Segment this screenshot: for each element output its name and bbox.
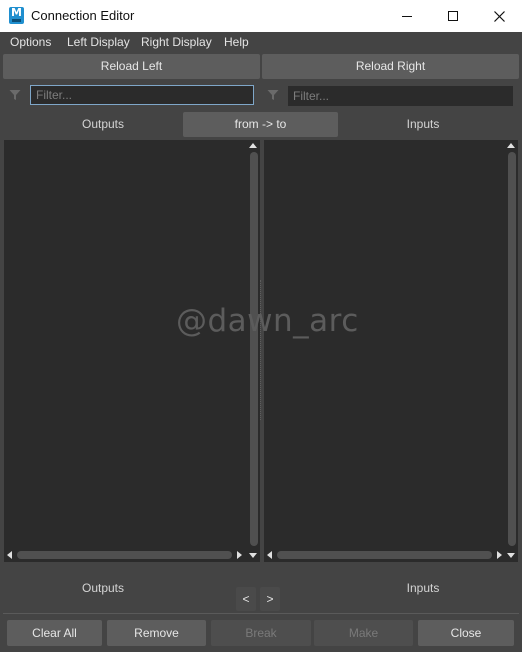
scroll-down-icon[interactable] <box>507 553 515 558</box>
scroll-up-icon[interactable] <box>507 143 515 148</box>
break-button[interactable]: Break <box>211 620 311 646</box>
funnel-icon <box>267 90 279 100</box>
reload-left-button[interactable]: Reload Left <box>3 54 260 79</box>
window-title: Connection Editor <box>31 8 135 23</box>
outputs-footer: Outputs <box>81 581 125 595</box>
make-button[interactable]: Make <box>314 620 413 646</box>
menu-options[interactable]: Options <box>10 35 51 49</box>
maximize-icon <box>448 11 458 21</box>
inputs-header: Inputs <box>406 117 440 131</box>
scroll-left-icon[interactable] <box>7 551 12 559</box>
divider <box>3 613 519 614</box>
minimize-button[interactable] <box>384 0 430 32</box>
inputs-horizontal-scrollbar[interactable] <box>277 551 492 559</box>
left-filter-input[interactable] <box>30 85 254 105</box>
scroll-right-icon[interactable] <box>497 551 502 559</box>
previous-button[interactable]: < <box>236 587 256 611</box>
inputs-list[interactable] <box>264 140 518 562</box>
scroll-right-icon[interactable] <box>237 551 242 559</box>
inputs-footer: Inputs <box>406 581 440 595</box>
watermark: @dawn_arc <box>176 303 359 339</box>
scroll-down-icon[interactable] <box>249 553 257 558</box>
maya-app-icon[interactable]: M <box>9 7 24 24</box>
scroll-up-icon[interactable] <box>249 143 257 148</box>
right-filter-input[interactable] <box>288 86 513 106</box>
menu-left-display[interactable]: Left Display <box>67 35 130 49</box>
title-bar: M Connection Editor <box>0 0 522 32</box>
minimize-icon <box>402 15 412 17</box>
outputs-header: Outputs <box>81 117 125 131</box>
close-icon <box>493 10 505 22</box>
outputs-horizontal-scrollbar[interactable] <box>17 551 232 559</box>
clear-all-button[interactable]: Clear All <box>7 620 102 646</box>
funnel-icon <box>9 90 21 100</box>
inputs-vertical-scrollbar[interactable] <box>508 152 516 546</box>
next-button[interactable]: > <box>260 587 280 611</box>
menu-help[interactable]: Help <box>224 35 249 49</box>
remove-button[interactable]: Remove <box>107 620 206 646</box>
menu-right-display[interactable]: Right Display <box>141 35 212 49</box>
maximize-button[interactable] <box>430 0 476 32</box>
outputs-vertical-scrollbar[interactable] <box>250 152 258 546</box>
outputs-list[interactable] <box>4 140 260 562</box>
close-window-button[interactable] <box>476 0 522 32</box>
menu-bar: Options Left Display Right Display Help <box>0 32 522 52</box>
reload-right-button[interactable]: Reload Right <box>262 54 519 79</box>
scroll-left-icon[interactable] <box>267 551 272 559</box>
close-button[interactable]: Close <box>418 620 514 646</box>
direction-toggle-button[interactable]: from -> to <box>183 112 338 137</box>
